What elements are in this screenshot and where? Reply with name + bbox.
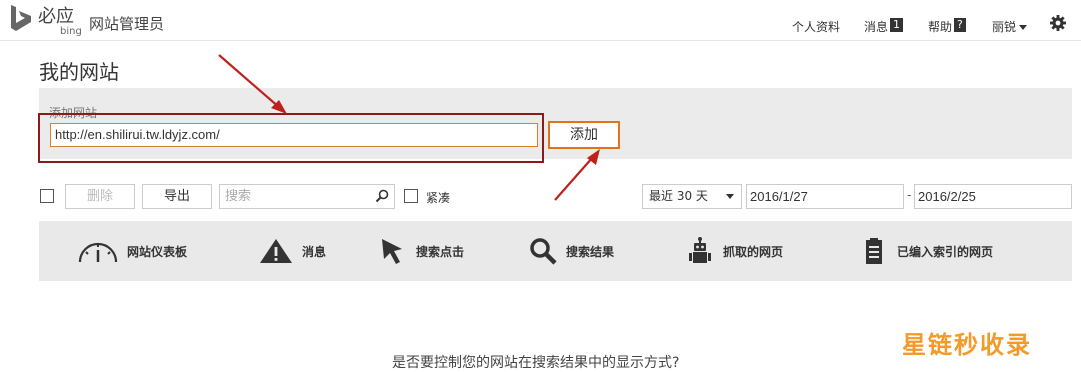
- annotation-arrow-to-add-button: [554, 149, 600, 201]
- annotation-arrow-to-input: [218, 54, 287, 114]
- annotation-arrows: [218, 54, 600, 201]
